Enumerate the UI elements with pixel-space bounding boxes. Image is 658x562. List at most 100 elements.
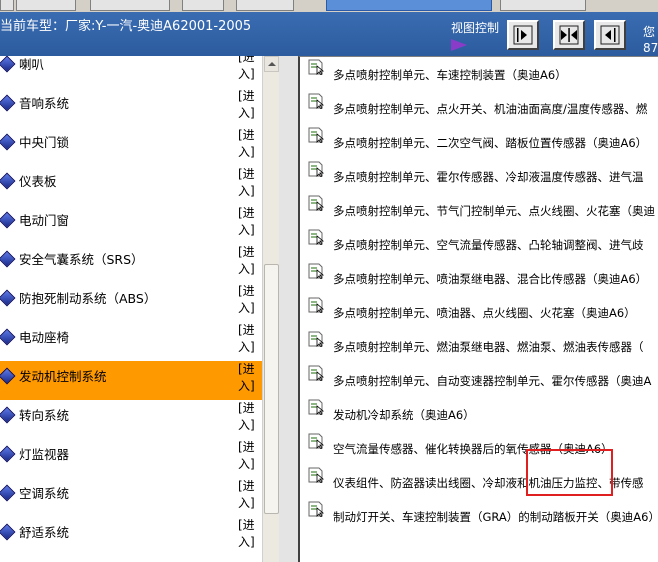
arrow-left-bar-icon [600, 25, 620, 45]
diamond-icon [0, 523, 16, 541]
diagram-label[interactable]: 发动机冷却系统（奥迪A6） [333, 407, 475, 423]
diagram-label[interactable]: 多点喷射控制单元、空气流量传感器、凸轮轴调整阀、进气歧 [333, 237, 644, 253]
document-pointer-icon [308, 501, 326, 518]
category-item[interactable]: 发动机控制系统 [进入] [0, 361, 262, 400]
diamond-icon [0, 484, 16, 502]
category-item[interactable]: 转向系统 [进入] [0, 400, 262, 439]
category-item[interactable]: 安全气囊系统（SRS） [进入] [0, 244, 262, 283]
view-expand-left-button[interactable] [594, 20, 626, 50]
category-label: 音响系统 [19, 96, 70, 111]
document-pointer-icon [308, 365, 326, 382]
enter-link[interactable]: [进入] [238, 56, 258, 83]
user-info: 您 87 [643, 24, 658, 56]
category-label: 灯监视器 [19, 447, 70, 462]
toolbar-button[interactable] [500, 0, 586, 11]
diagram-item[interactable]: 多点喷射控制单元、节气门控制单元、点火线圈、火花塞（奥迪 [300, 194, 658, 228]
diagram-item[interactable]: 多点喷射控制单元、喷油泵继电器、混合比传感器（奥迪A6） [300, 262, 658, 296]
toolbar-button[interactable] [0, 0, 14, 11]
diagram-item[interactable]: 多点喷射控制单元、空气流量传感器、凸轮轴调整阀、进气歧 [300, 228, 658, 262]
document-pointer-icon [308, 127, 326, 144]
category-label: 舒适系统 [19, 525, 70, 540]
diagram-label[interactable]: 制动灯开关、车速控制装置（GRA）的制动踏板开关（奥迪A6） [333, 509, 658, 525]
category-label: 空调系统 [19, 486, 70, 501]
header-bar: 当前车型：厂家:Y-一汽-奥迪A62001-2005 视图控制 您 87 [0, 12, 658, 56]
enter-link[interactable]: [进入] [238, 517, 258, 551]
diagram-item[interactable]: 发动机冷却系统（奥迪A6） [300, 398, 658, 432]
diagram-item[interactable]: 多点喷射控制单元、霍尔传感器、冷却液温度传感器、进气温 [300, 160, 658, 194]
diamond-icon [0, 289, 16, 307]
toolbar-button[interactable] [90, 0, 170, 11]
enter-link[interactable]: [进入] [238, 127, 258, 161]
category-item[interactable]: 空调系统 [进入] [0, 478, 262, 517]
diagram-label[interactable]: 多点喷射控制单元、点火开关、机油油面高度/温度传感器、燃 [333, 101, 647, 117]
category-list: 喇叭 [进入] 音响系统 [进入] 中央门锁 [进入] 仪表板 [进入] 电动门窗 [进入] 安全气… [0, 56, 262, 562]
highlight-box [526, 449, 613, 496]
diamond-icon [0, 406, 16, 424]
category-item[interactable]: 灯监视器 [进入] [0, 439, 262, 478]
diagram-label[interactable]: 多点喷射控制单元、车速控制装置（奥迪A6） [333, 67, 567, 83]
diagram-label[interactable]: 多点喷射控制单元、节气门控制单元、点火线圈、火花塞（奥迪 [333, 203, 655, 219]
diagram-item[interactable]: 多点喷射控制单元、点火开关、机油油面高度/温度传感器、燃 [300, 92, 658, 126]
category-item[interactable]: 音响系统 [进入] [0, 88, 262, 127]
enter-link[interactable]: [进入] [238, 439, 258, 473]
toolbar-button[interactable] [326, 0, 492, 11]
enter-link[interactable]: [进入] [238, 88, 258, 122]
category-item[interactable]: 仪表板 [进入] [0, 166, 262, 205]
category-item[interactable]: 舒适系统 [进入] [0, 517, 262, 556]
document-pointer-icon [308, 297, 326, 314]
diagram-item[interactable]: 多点喷射控制单元、二次空气阀、踏板位置传感器（奥迪A6） [300, 126, 658, 160]
enter-link[interactable]: [进入] [238, 361, 258, 395]
category-label: 中央门锁 [19, 135, 70, 150]
document-pointer-icon [308, 467, 326, 484]
document-pointer-icon [308, 195, 326, 212]
category-item[interactable]: 中央门锁 [进入] [0, 127, 262, 166]
category-item[interactable]: 电动座椅 [进入] [0, 322, 262, 361]
scroll-thumb[interactable] [264, 264, 279, 514]
toolbar-button[interactable] [16, 0, 76, 11]
diagram-item[interactable]: 多点喷射控制单元、车速控制装置（奥迪A6） [300, 58, 658, 92]
document-pointer-icon [308, 433, 326, 450]
panel-divider [279, 56, 298, 562]
diagram-item[interactable]: 多点喷射控制单元、燃油泵继电器、燃油泵、燃油表传感器（ [300, 330, 658, 364]
category-label: 电动座椅 [19, 330, 70, 345]
document-pointer-icon [308, 229, 326, 246]
enter-link[interactable]: [进入] [238, 283, 258, 317]
diagram-label[interactable]: 多点喷射控制单元、喷油器、点火线圈、火花塞（奥迪A6） [333, 305, 636, 321]
enter-link[interactable]: [进入] [238, 322, 258, 356]
document-pointer-icon [308, 59, 326, 76]
user-label-text: 您 [643, 25, 656, 39]
category-label: 喇叭 [19, 57, 45, 72]
diagram-label[interactable]: 多点喷射控制单元、自动变速器控制单元、霍尔传感器（奥迪A [333, 373, 651, 389]
enter-link[interactable]: [进入] [238, 166, 258, 200]
diagram-label[interactable]: 多点喷射控制单元、二次空气阀、踏板位置传感器（奥迪A6） [333, 135, 647, 151]
diagram-label[interactable]: 多点喷射控制单元、霍尔传感器、冷却液温度传感器、进气温 [333, 169, 644, 185]
document-pointer-icon [308, 399, 326, 416]
toolbar-button[interactable] [236, 0, 294, 11]
category-label: 仪表板 [19, 174, 57, 189]
enter-link[interactable]: [进入] [238, 205, 258, 239]
document-pointer-icon [308, 331, 326, 348]
enter-link[interactable]: [进入] [238, 400, 258, 434]
view-expand-right-button[interactable] [507, 20, 539, 50]
diamond-icon [0, 367, 16, 385]
category-item[interactable]: 喇叭 [进入] [0, 56, 262, 88]
category-item[interactable]: 防抱死制动系统（ABS） [进入] [0, 283, 262, 322]
enter-link[interactable]: [进入] [238, 244, 258, 278]
diagram-item[interactable]: 制动灯开关、车速控制装置（GRA）的制动踏板开关（奥迪A6） [300, 500, 658, 534]
diagram-item[interactable]: 多点喷射控制单元、喷油器、点火线圈、火花塞（奥迪A6） [300, 296, 658, 330]
scroll-up-button[interactable] [264, 56, 279, 72]
diagram-item[interactable]: 多点喷射控制单元、自动变速器控制单元、霍尔传感器（奥迪A [300, 364, 658, 398]
category-item[interactable]: 电动门窗 [进入] [0, 205, 262, 244]
diamond-icon [0, 211, 16, 229]
category-label: 转向系统 [19, 408, 70, 423]
diagram-label[interactable]: 多点喷射控制单元、燃油泵继电器、燃油泵、燃油表传感器（ [333, 339, 644, 355]
toolbar-button[interactable] [182, 0, 224, 11]
diagram-label[interactable]: 多点喷射控制单元、喷油泵继电器、混合比传感器（奥迪A6） [333, 271, 647, 287]
category-scrollbar[interactable] [262, 56, 279, 562]
category-label: 安全气囊系统（SRS） [19, 252, 144, 267]
diamond-icon [0, 445, 16, 463]
document-pointer-icon [308, 263, 326, 280]
enter-link[interactable]: [进入] [238, 478, 258, 512]
view-split-button[interactable] [553, 20, 585, 50]
split-arrows-icon [559, 25, 579, 45]
